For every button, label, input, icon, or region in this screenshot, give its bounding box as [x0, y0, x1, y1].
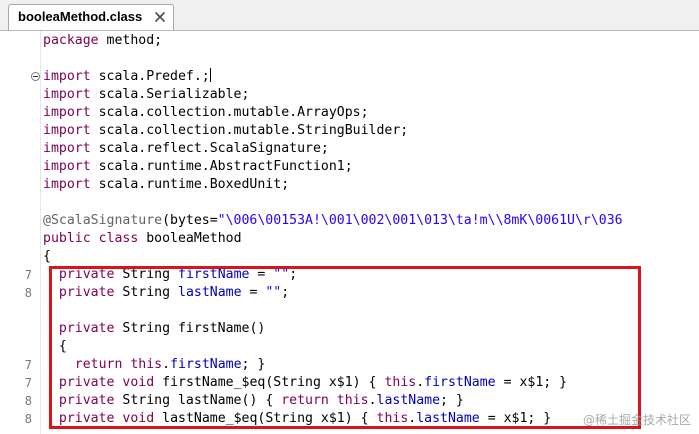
tab-booleaMethod-class[interactable]: booleaMethod.class [8, 4, 174, 30]
code-token: { [43, 249, 51, 264]
code-token: import [43, 105, 91, 120]
highlight-box [49, 266, 641, 429]
code-token: "\006\00153A!\001\002\001\013\ta!m\\8mK\… [217, 213, 623, 228]
line-number: 7 [24, 358, 32, 372]
code-line[interactable]: import scala.reflect.ScalaSignature; [43, 140, 329, 158]
code-line[interactable]: @ScalaSignature(bytes="\006\00153A!\001\… [43, 212, 623, 230]
code-line[interactable]: package method; [43, 32, 162, 50]
line-number: 8 [24, 394, 32, 408]
code-token: scala.Serializable; [90, 87, 250, 102]
code-token: scala.collection.mutable.ArrayOps; [90, 105, 369, 120]
line-number-gutter: 7 8 7 7 8 8 [0, 31, 41, 434]
text-caret [209, 68, 211, 82]
code-token: scala.reflect.ScalaSignature; [90, 141, 329, 156]
code-token: scala.Predef.; [90, 69, 210, 84]
code-line[interactable]: import scala.collection.mutable.StringBu… [43, 122, 408, 140]
code-line[interactable]: import scala.runtime.AbstractFunction1; [43, 158, 353, 176]
code-token: scala.runtime.AbstractFunction1; [90, 159, 353, 174]
code-line[interactable]: import scala.Predef.; [43, 68, 211, 86]
collapse-minus-icon[interactable] [31, 72, 40, 81]
code-token: method; [98, 33, 163, 48]
code-line[interactable]: import scala.runtime.BoxedUnit; [43, 176, 289, 194]
code-token: import [43, 177, 91, 192]
code-line[interactable]: import scala.collection.mutable.ArrayOps… [43, 104, 369, 122]
line-number: 7 [24, 376, 32, 390]
close-icon[interactable] [154, 11, 166, 23]
line-number: 7 [24, 268, 32, 282]
tab-title: booleaMethod.class [18, 9, 143, 24]
code-token: package [43, 33, 99, 48]
code-token: import [43, 87, 91, 102]
code-token: import [43, 159, 91, 174]
code-token: scala.runtime.BoxedUnit; [90, 177, 290, 192]
code-token: booleaMethod [138, 231, 242, 246]
code-token: import [43, 123, 91, 138]
code-token: public [43, 231, 91, 246]
code-token: import [43, 141, 91, 156]
code-token: import [43, 69, 91, 84]
code-token: (bytes= [162, 213, 218, 228]
editor-tab-bar: booleaMethod.class [0, 0, 699, 31]
code-line[interactable]: { [43, 248, 51, 266]
code-line[interactable]: public class booleaMethod [43, 230, 242, 248]
code-token: @ScalaSignature [43, 213, 163, 228]
code-editor[interactable]: 7 8 7 7 8 8 package method; import scala.Prede… [0, 31, 699, 434]
line-number: 8 [24, 286, 32, 300]
code-line[interactable]: import scala.Serializable; [43, 86, 249, 104]
line-number: 8 [24, 412, 32, 426]
code-token: scala.collection.mutable.StringBuilder; [90, 123, 409, 138]
code-token: class [98, 231, 139, 246]
watermark: @稀土掘金技术社区 [582, 413, 691, 427]
